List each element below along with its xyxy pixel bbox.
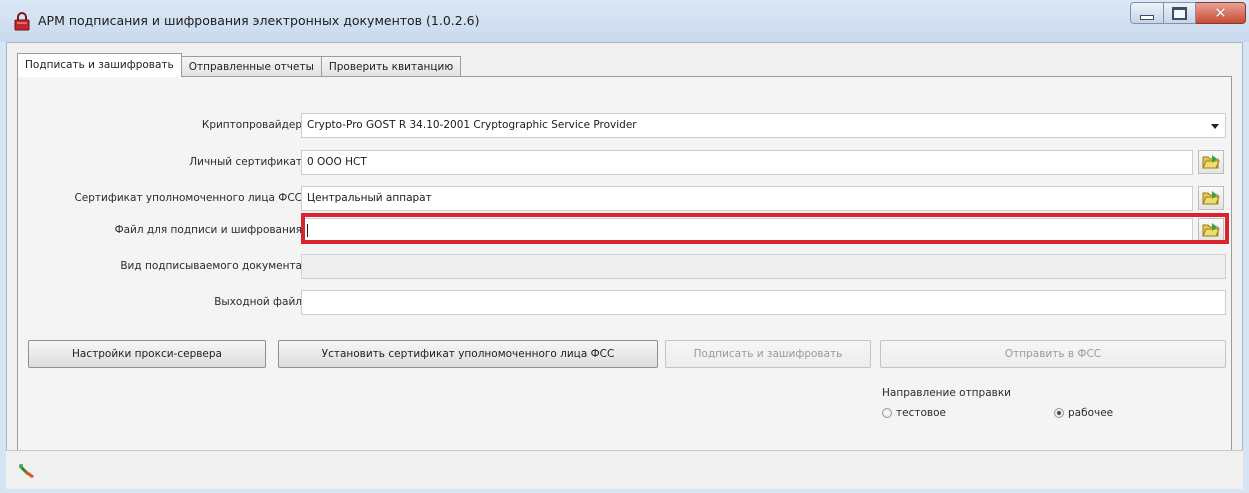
output-file-label: Выходной файл [214, 296, 302, 308]
radio-indicator [882, 408, 892, 418]
radio-test[interactable]: тестовое [882, 407, 946, 419]
lock-icon [14, 12, 30, 31]
crypto-provider-label: Криптопровайдер [201, 119, 302, 131]
highlight-frame [301, 213, 1229, 244]
tab-panel: Криптопровайдер Crypto-Pro GOST R 34.10-… [17, 76, 1232, 452]
install-cert-button[interactable]: Установить сертификат уполномоченного ли… [278, 340, 658, 368]
tab-strip: Подписать и зашифровать Отправленные отч… [17, 53, 462, 77]
personal-cert-label: Личный сертификат [189, 156, 302, 168]
fss-cert-field[interactable]: Центральный аппарат [301, 186, 1193, 211]
personal-cert-field[interactable]: 0 ООО НСТ [301, 150, 1193, 175]
chevron-down-icon [1211, 124, 1219, 129]
maximize-button[interactable] [1164, 2, 1196, 24]
sign-encrypt-button[interactable]: Подписать и зашифровать [665, 340, 871, 368]
close-icon: ✕ [1214, 3, 1227, 22]
personal-cert-browse-button[interactable] [1198, 150, 1224, 174]
sign-file-label: Файл для подписи и шифрования [114, 224, 302, 236]
maximize-icon [1172, 6, 1187, 20]
tab-sent-reports[interactable]: Отправленные отчеты [180, 56, 322, 77]
minimize-icon [1140, 14, 1154, 20]
personal-cert-value: 0 ООО НСТ [307, 156, 367, 168]
fss-cert-value: Центральный аппарат [307, 192, 432, 204]
app-window: АРМ подписания и шифрования электронных … [0, 0, 1249, 493]
tab-sign-encrypt[interactable]: Подписать и зашифровать [17, 53, 182, 77]
fss-cert-browse-button[interactable] [1198, 186, 1224, 210]
radio-test-label: тестовое [896, 407, 946, 419]
radio-production[interactable]: рабочее [1054, 407, 1113, 419]
close-button[interactable]: ✕ [1196, 2, 1246, 24]
doc-type-field [301, 254, 1226, 279]
direction-label: Направление отправки [882, 387, 1011, 399]
title-bar[interactable]: АРМ подписания и шифрования электронных … [0, 0, 1249, 42]
client-area: Подписать и зашифровать Отправленные отч… [6, 42, 1243, 489]
send-fss-button[interactable]: Отправить в ФСС [880, 340, 1226, 368]
output-file-field[interactable] [301, 290, 1226, 315]
tab-check-receipt[interactable]: Проверить квитанцию [320, 56, 462, 77]
crypto-provider-select[interactable]: Crypto-Pro GOST R 34.10-2001 Cryptograph… [301, 113, 1226, 138]
radio-production-label: рабочее [1068, 407, 1114, 419]
minimize-button[interactable] [1130, 2, 1164, 24]
status-bar [6, 450, 1243, 489]
folder-icon [1202, 191, 1220, 205]
doc-type-label: Вид подписываемого документа [120, 260, 302, 272]
fss-cert-label: Сертификат уполномоченного лица ФСС [74, 192, 302, 204]
folder-icon [1202, 155, 1220, 169]
window-controls: ✕ [1130, 2, 1246, 26]
window-title: АРМ подписания и шифрования электронных … [38, 13, 480, 28]
connection-status-icon [18, 464, 34, 479]
radio-indicator [1054, 408, 1064, 418]
crypto-provider-value: Crypto-Pro GOST R 34.10-2001 Cryptograph… [307, 119, 637, 131]
proxy-settings-button[interactable]: Настройки прокси-сервера [28, 340, 266, 368]
